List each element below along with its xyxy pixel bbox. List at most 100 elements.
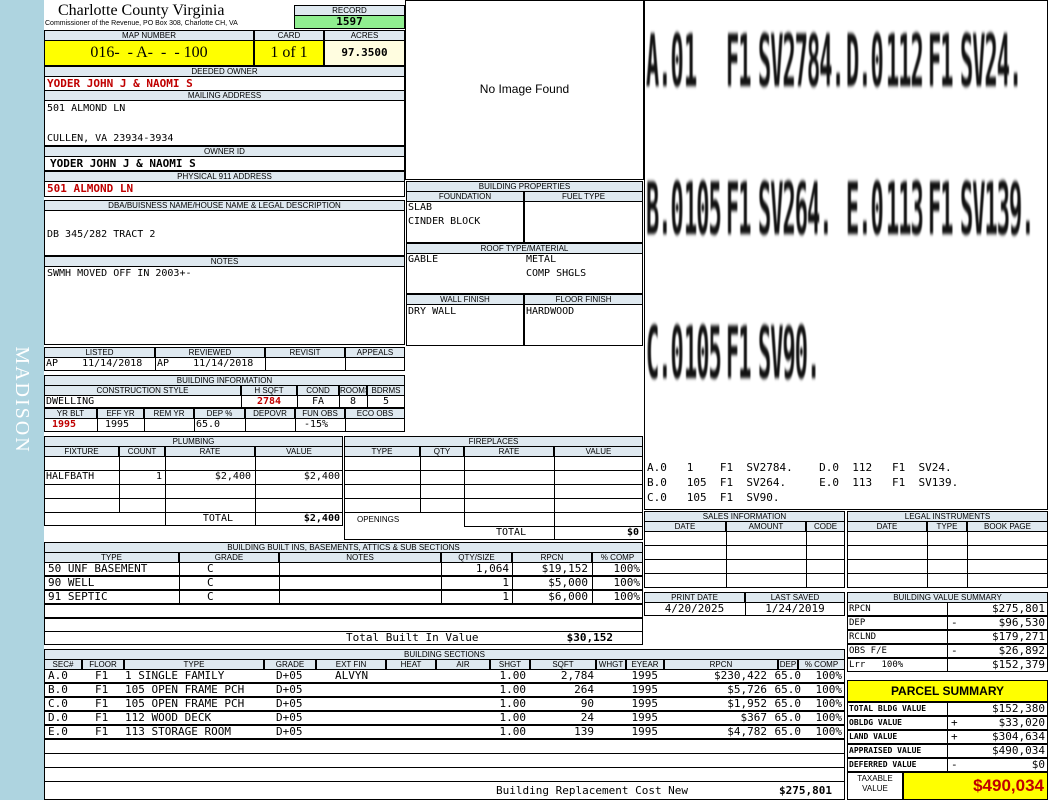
sketch-label: SV90. <box>758 315 820 398</box>
section-shgt: 1.00 <box>499 669 527 682</box>
parcel-label: OBLDG VALUE <box>849 718 902 727</box>
parcel-value: $33,020 <box>998 716 1045 729</box>
acres-value: 97.3500 <box>324 40 405 66</box>
section-eyear: 1995 <box>631 725 659 738</box>
notes-text: SWMH MOVED OFF IN 2003+- <box>47 268 192 279</box>
section-rpcn: $230,422 <box>714 669 767 682</box>
section-id: B.0 <box>48 683 68 696</box>
brcn-label: Building Replacement Cost New <box>496 784 689 797</box>
section-floor: F1 <box>95 711 109 724</box>
county-title: Charlotte County Virginia <box>58 2 225 19</box>
plumbing-count: 1 <box>155 471 162 482</box>
funobs-value: -15% <box>304 419 329 430</box>
legal-desc: DB 345/282 TRACT 2 <box>47 229 156 240</box>
col-divider <box>179 562 180 576</box>
sections-footer <box>44 739 845 800</box>
mailing-line-2: CULLEN, VA 23934-3934 <box>47 133 174 144</box>
sketch-label: F1 <box>726 315 751 398</box>
section-grade: D+05 <box>276 711 303 724</box>
builtin-type: 50 UNF BASEMENT <box>48 562 148 575</box>
section-comp: 100% <box>815 697 843 710</box>
floor-finish: HARDWOOD <box>526 306 575 317</box>
sketch-label: B.0 <box>646 171 684 254</box>
sketch-label: SV139. <box>960 171 1034 254</box>
foundation-2: CINDER BLOCK <box>408 216 481 227</box>
sketch-label: A.0 <box>646 23 684 106</box>
section-dep: 65.0 <box>774 683 802 696</box>
bvs-label: DEP <box>849 618 866 628</box>
plumbing-total: $2,400 <box>303 513 340 524</box>
section-dep: 65.0 <box>774 669 802 682</box>
section-type: 105 OPEN FRAME PCH <box>125 697 245 710</box>
section-id: E.0 <box>48 725 68 738</box>
bvs-label: Lrr 100% <box>849 660 904 670</box>
parcel-label: TOTAL BLDG VALUE <box>849 704 927 713</box>
parcel-value: $490,034 <box>992 744 1045 757</box>
section-grade: D+05 <box>276 725 303 738</box>
foundation-1: SLAB <box>408 202 433 213</box>
section-shgt: 1.00 <box>499 697 527 710</box>
section-grade: D+05 <box>276 669 303 682</box>
sketch-label: F1 <box>928 171 953 254</box>
section-comp: 100% <box>815 683 843 696</box>
sketch-label: C.0 <box>646 315 684 398</box>
section-eyear: 1995 <box>631 683 659 696</box>
listed-value: AP 11/14/2018 <box>46 358 143 369</box>
plumbing-value: $2,400 <box>303 471 340 482</box>
builtins-total-label: Total Built In Value <box>346 631 479 644</box>
bvs-value: $26,892 <box>998 644 1045 657</box>
col-divider <box>279 562 280 576</box>
builtin-grade: C <box>207 562 214 575</box>
builtin-type: 90 WELL <box>48 576 95 589</box>
section-comp: 100% <box>815 669 843 682</box>
builtin-rpcn: $19,152 <box>541 562 588 575</box>
last-saved: 1/24/2019 <box>765 602 825 615</box>
card-value: 1 of 1 <box>254 40 324 66</box>
sketch-label: E.0 <box>846 171 884 254</box>
section-shgt: 1.00 <box>499 711 527 724</box>
section-shgt: 1.00 <box>499 683 527 696</box>
section-sqft: 2,784 <box>560 669 594 682</box>
building-info-row2 <box>44 418 405 432</box>
brcn-value: $275,801 <box>779 784 832 797</box>
builtin-rpcn: $6,000 <box>548 590 588 603</box>
section-rpcn: $1,952 <box>727 697 767 710</box>
section-dep: 65.0 <box>774 697 802 710</box>
section-floor: F1 <box>95 683 109 696</box>
builtins-row <box>44 604 643 618</box>
parcel-value: $304,634 <box>992 730 1045 743</box>
bvs-label: RPCN <box>849 604 871 614</box>
builtin-grade: C <box>207 576 214 589</box>
sidebar-label: MADISON <box>11 346 33 454</box>
section-floor: F1 <box>95 697 109 710</box>
builtin-qty: 1 <box>502 590 509 603</box>
sketch-legend-3: C.0 105 F1 SV90. <box>647 491 780 504</box>
deeded-owner: YODER JOHN J & NAOMI S <box>47 77 193 90</box>
bvs-value: $179,271 <box>992 630 1045 643</box>
section-sqft: 264 <box>574 683 594 696</box>
openings-label: OPENINGS <box>357 515 400 524</box>
builtin-qty: 1,064 <box>475 562 509 575</box>
taxable-label-1: TAXABLE <box>857 774 893 783</box>
sketch-legend-2: B.0 105 F1 SV264. E.0 113 F1 SV139. <box>647 476 959 489</box>
sketch-label: F1 <box>726 23 751 106</box>
section-type: 113 STORAGE ROOM <box>125 725 231 738</box>
col-divider <box>279 576 280 590</box>
section-id: C.0 <box>48 697 68 710</box>
sketch-labels: A.0 1 F1 SV2784. D.0 112 F1 SV24. B.0 105 F1 SV264.… <box>646 0 1046 460</box>
section-type: 1 SINGLE FAMILY <box>125 669 225 682</box>
section-comp: 100% <box>815 725 843 738</box>
bvs-value: $152,379 <box>992 658 1045 671</box>
bvs-value: $96,530 <box>998 616 1045 629</box>
builtin-qty: 1 <box>502 576 509 589</box>
no-image-text: No Image Found <box>479 82 570 96</box>
cond-value: FA <box>311 396 325 407</box>
parcel-label: LAND VALUE <box>849 732 898 741</box>
builtin-grade: C <box>207 590 214 603</box>
section-rpcn: $4,782 <box>727 725 767 738</box>
section-rpcn: $5,726 <box>727 683 767 696</box>
parcel-value: $152,380 <box>992 702 1045 715</box>
taxable-value: $490,034 <box>903 772 1048 800</box>
section-extfin: ALVYN <box>335 669 369 682</box>
sketch-label: 113 <box>886 171 924 254</box>
